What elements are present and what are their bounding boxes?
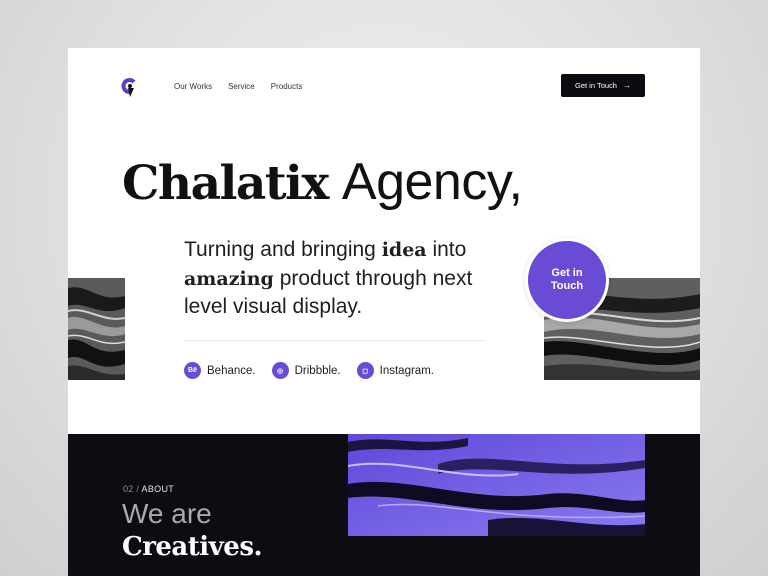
hero-description: Turning and bringing idea into amazing p…	[184, 236, 504, 322]
arrow-right-icon: →	[622, 81, 631, 90]
social-links: Bē Behance. ◎ Dribbble. ◻ Instagram.	[184, 362, 434, 379]
abstract-texture-left	[68, 278, 125, 380]
lead-bold-idea: idea	[381, 239, 427, 261]
get-in-touch-button[interactable]: Get in Touch →	[561, 74, 645, 97]
lead-text-2: into	[432, 238, 467, 261]
about-kicker: 02 / ABOUT	[123, 484, 174, 494]
landing-card: Our Works Service Products Get in Touch …	[68, 48, 700, 576]
hero-title: Chalatix Agency,	[122, 152, 523, 214]
nav-service[interactable]: Service	[228, 82, 255, 91]
nav-our-works[interactable]: Our Works	[174, 82, 212, 91]
social-instagram-label: Instagram.	[379, 364, 434, 377]
about-label: ABOUT	[141, 484, 175, 494]
social-behance[interactable]: Bē Behance.	[184, 362, 256, 379]
dribbble-icon: ◎	[271, 362, 289, 379]
about-heading-line1: We are	[122, 498, 212, 529]
divider	[184, 340, 484, 341]
get-in-touch-circle-button[interactable]: Get in Touch	[525, 238, 609, 322]
about-section: 02 / ABOUT We are Creatives.	[68, 434, 700, 576]
lead-bold-amazing: amazing	[184, 267, 274, 290]
hero-title-brand: Chalatix	[122, 156, 329, 211]
social-dribbble[interactable]: ◎ Dribbble.	[271, 362, 341, 379]
hero-title-rest: Agency,	[341, 153, 523, 211]
logo-icon[interactable]	[120, 76, 140, 98]
get-in-touch-label: Get in Touch	[575, 81, 617, 90]
nav-products[interactable]: Products	[271, 82, 303, 91]
abstract-texture-purple	[348, 434, 645, 536]
social-instagram[interactable]: ◻ Instagram.	[356, 362, 434, 379]
social-behance-label: Behance.	[207, 364, 256, 377]
behance-icon: Bē	[184, 362, 201, 379]
social-dribbble-label: Dribbble.	[294, 364, 341, 377]
lead-text-1: Turning and bringing	[184, 238, 376, 261]
main-nav: Our Works Service Products	[174, 82, 302, 91]
about-number: 02 /	[123, 484, 140, 494]
instagram-icon: ◻	[356, 362, 374, 379]
about-heading-line2: Creatives.	[122, 532, 263, 562]
